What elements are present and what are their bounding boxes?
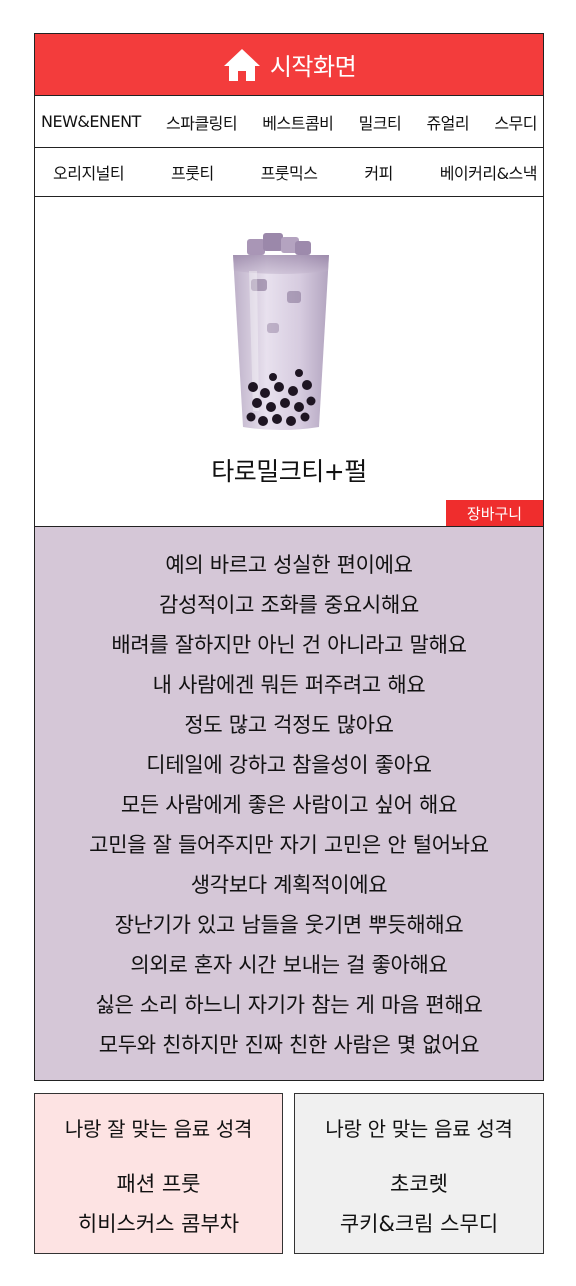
nav-item-bakery-snack[interactable]: 베이커리&스낵 xyxy=(440,160,538,184)
nav-item-best-combo[interactable]: 베스트콤비 xyxy=(262,110,334,134)
good-match-title: 나랑 잘 맞는 음료 성격 xyxy=(64,1117,253,1141)
trait-line: 의외로 혼자 시간 보내는 걸 좋아해요 xyxy=(130,953,448,977)
nav-item-original-tea[interactable]: 오리지널티 xyxy=(53,160,125,184)
home-icon xyxy=(223,48,260,81)
add-to-cart-button[interactable]: 장바구니 xyxy=(446,500,543,526)
good-match-box: 나랑 잘 맞는 음료 성격 패션 프룻 히비스커스 콤부차 xyxy=(34,1093,283,1254)
trait-line: 장난기가 있고 남들을 웃기면 뿌듯해해요 xyxy=(114,913,464,937)
trait-line: 내 사람에겐 뭐든 퍼주려고 해요 xyxy=(152,673,426,697)
taro-milk-tea-image xyxy=(233,233,329,430)
product-card: 타로밀크티+펄 장바구니 xyxy=(35,197,543,527)
trait-line: 디테일에 강하고 참을성이 좋아요 xyxy=(146,753,432,777)
bad-match-item[interactable]: 쿠키&크림 스무디 xyxy=(295,1204,543,1244)
good-match-item[interactable]: 패션 프룻 xyxy=(35,1164,282,1204)
nav-item-coffee[interactable]: 커피 xyxy=(364,160,393,184)
trait-line: 배려를 잘하지만 아닌 건 아니라고 말해요 xyxy=(111,633,467,657)
nav-item-milk-tea[interactable]: 밀크티 xyxy=(359,110,402,134)
trait-line: 모두와 친하지만 진짜 친한 사람은 몇 없어요 xyxy=(98,1033,480,1057)
app-frame: 시작화면 NEW&ENENT 스파클링티 베스트콤비 밀크티 쥬얼리 스무디 오… xyxy=(34,33,544,1081)
trait-line: 싫은 소리 하느니 자기가 참는 게 마음 편해요 xyxy=(95,993,483,1017)
nav-item-fruit-mix[interactable]: 프룻믹스 xyxy=(261,160,318,184)
personality-traits: 예의 바르고 성실한 편이에요 감성적이고 조화를 중요시해요 배려를 잘하지만… xyxy=(35,527,543,1080)
home-header-button[interactable]: 시작화면 xyxy=(35,34,543,96)
trait-line: 정도 많고 걱정도 많아요 xyxy=(184,713,394,737)
page-title: 시작화면 xyxy=(269,53,357,81)
nav-item-new-event[interactable]: NEW&ENENT xyxy=(41,112,141,131)
product-name: 타로밀크티+펄 xyxy=(211,457,367,486)
category-nav-row-2: 오리지널티 프룻티 프룻믹스 커피 베이커리&스낵 xyxy=(35,148,543,197)
nav-item-sparkling-tea[interactable]: 스파클링티 xyxy=(166,110,238,134)
trait-line: 생각보다 계획적이에요 xyxy=(190,873,388,897)
bad-match-title: 나랑 안 맞는 음료 성격 xyxy=(325,1117,513,1141)
nav-item-smoothie[interactable]: 스무디 xyxy=(494,110,537,134)
category-nav-row-1: NEW&ENENT 스파클링티 베스트콤비 밀크티 쥬얼리 스무디 xyxy=(35,96,543,148)
good-match-item[interactable]: 히비스커스 콤부차 xyxy=(35,1204,282,1244)
nav-item-fruit-tea[interactable]: 프룻티 xyxy=(171,160,214,184)
nav-item-jewelry[interactable]: 쥬얼리 xyxy=(426,110,469,134)
trait-line: 감성적이고 조화를 중요시해요 xyxy=(158,593,419,617)
trait-line: 모든 사람에게 좋은 사람이고 싶어 해요 xyxy=(120,793,458,817)
trait-line: 고민을 잘 들어주지만 자기 고민은 안 털어놔요 xyxy=(89,833,489,857)
trait-line: 예의 바르고 성실한 편이에요 xyxy=(165,553,413,577)
bad-match-box: 나랑 안 맞는 음료 성격 초코렛 쿠키&크림 스무디 xyxy=(294,1093,544,1254)
bad-match-item[interactable]: 초코렛 xyxy=(295,1164,543,1204)
